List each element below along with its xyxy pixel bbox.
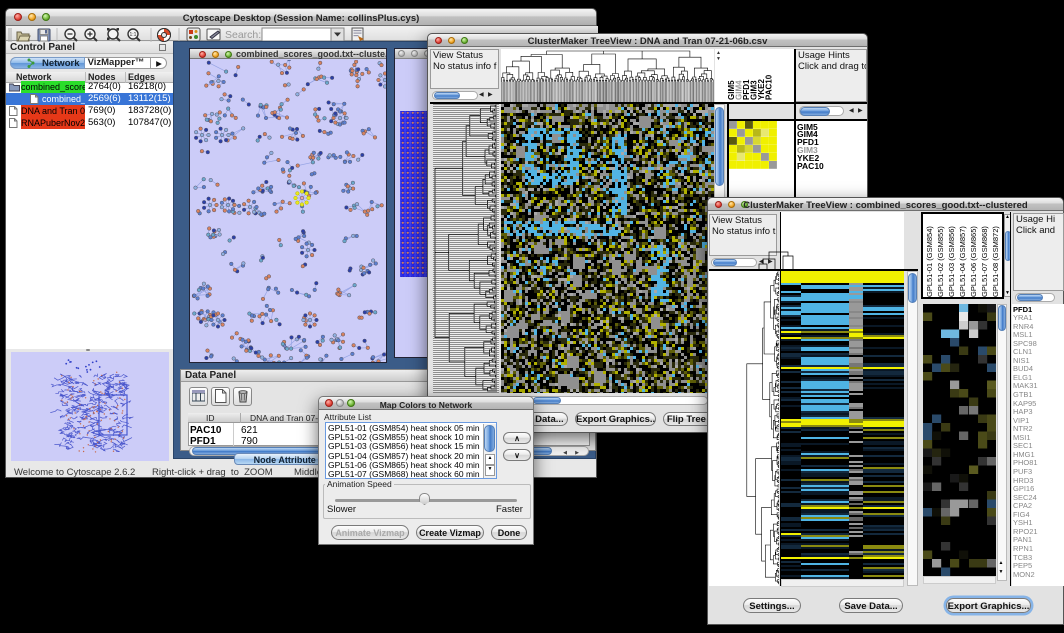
svg-text:GPL51-06 (GSM865): GPL51-06 (GSM865): [969, 226, 978, 297]
svg-text:Search:: Search:: [225, 29, 261, 41]
svg-text:GPL51-07 (GSM868): GPL51-07 (GSM868): [980, 226, 989, 297]
svg-text:GPL51-03 (GSM856): GPL51-03 (GSM856): [947, 226, 956, 297]
svg-text:PAC10: PAC10: [765, 74, 774, 100]
svg-text:GPL51-08 (GSM872): GPL51-08 (GSM872): [991, 226, 1000, 297]
svg-text:GPL51-04 (GSM857): GPL51-04 (GSM857): [958, 226, 967, 297]
svg-text:1:1: 1:1: [130, 32, 137, 38]
svg-text:GPL51-02 (GSM855): GPL51-02 (GSM855): [936, 226, 945, 297]
svg-text:GPL51-01 (GSM854): GPL51-01 (GSM854): [925, 226, 934, 297]
